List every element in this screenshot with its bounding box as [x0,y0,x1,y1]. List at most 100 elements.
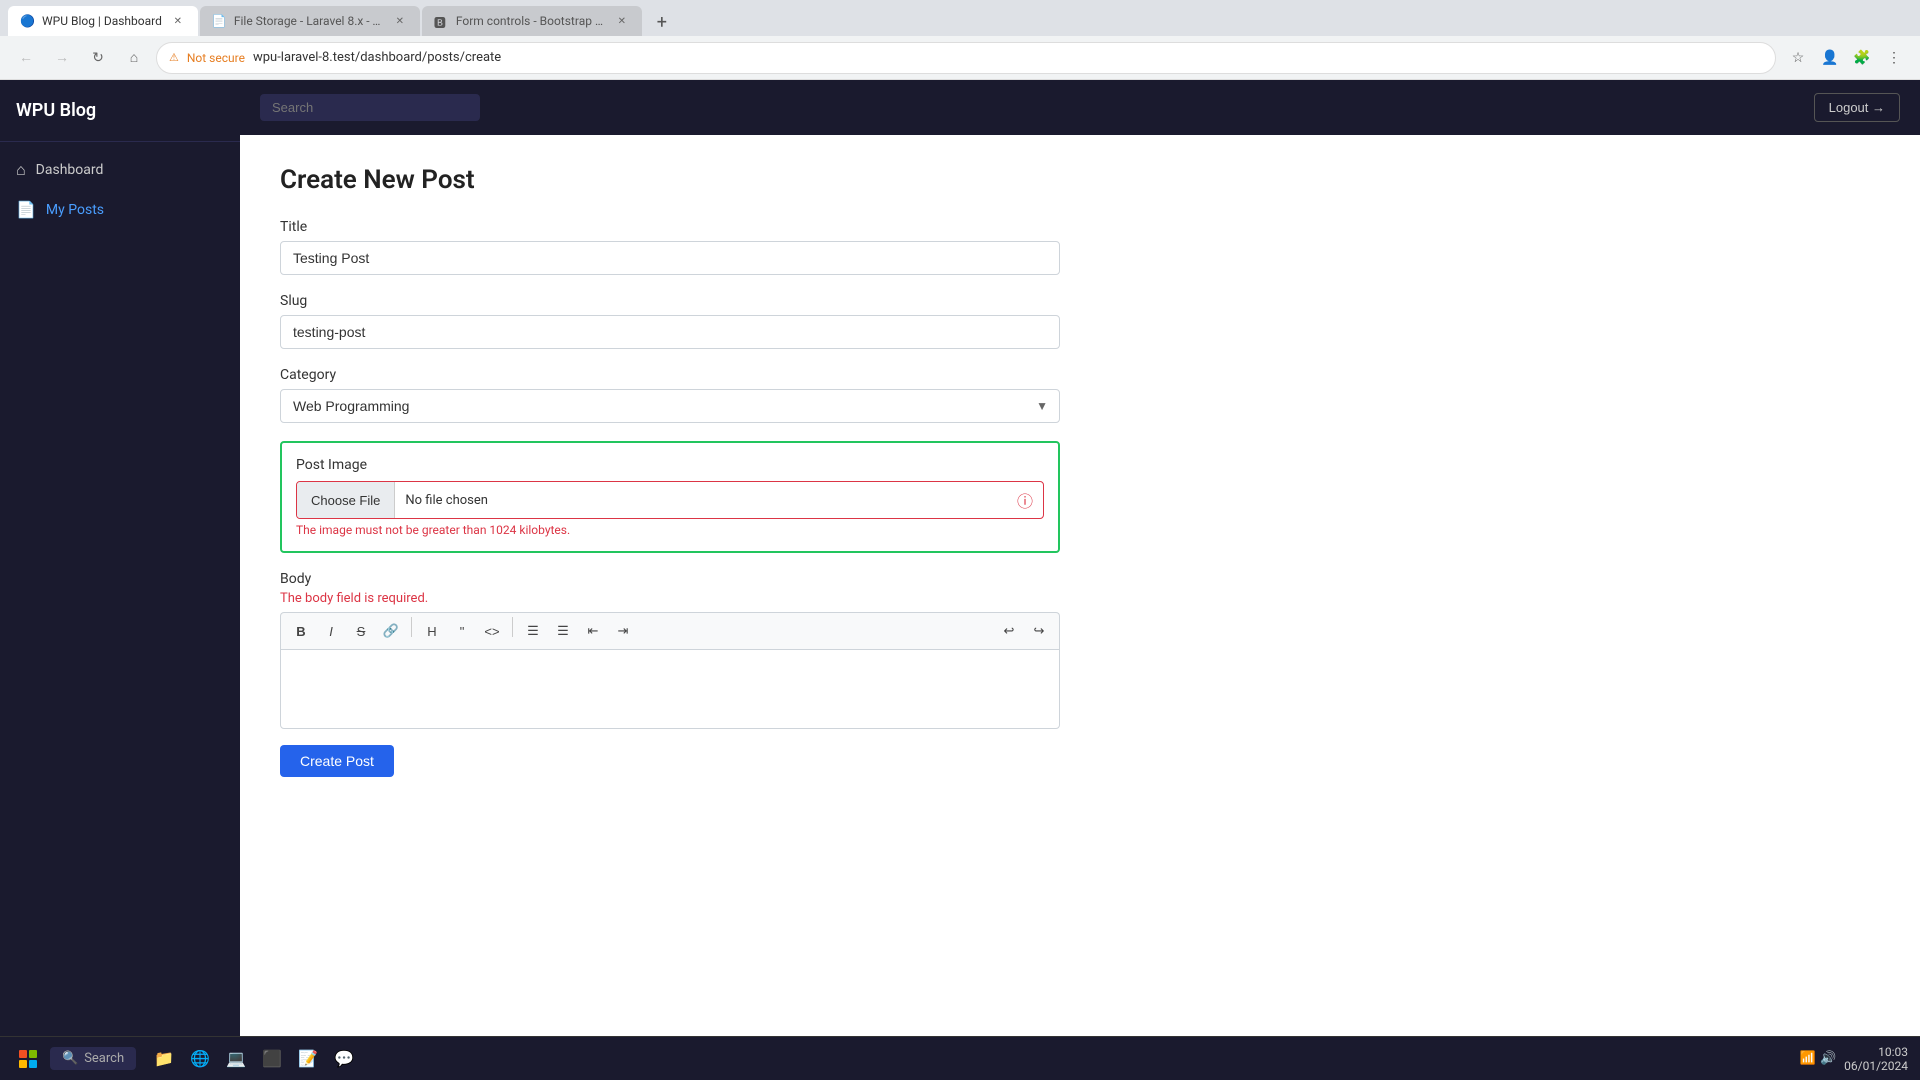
browser-titlebar: 🔵 WPU Blog | Dashboard ✕ 📄 File Storage … [0,0,1920,36]
sidebar-item-dashboard[interactable]: ⌂ Dashboard [0,150,240,190]
url-display: wpu-laravel-8.test/dashboard/posts/creat… [253,50,501,65]
tab-favicon-3: 🅱 [434,14,448,28]
toolbar-bold[interactable]: B [287,617,315,645]
logout-button[interactable]: Logout → [1814,93,1900,122]
profile-icon[interactable]: 👤 [1816,44,1844,72]
sidebar-item-label-posts: My Posts [46,202,104,218]
body-section: Body The body field is required. B I S 🔗… [280,571,1060,729]
toolbar-indent-right[interactable]: ⇥ [609,617,637,645]
toolbar-italic[interactable]: I [317,617,345,645]
windows-start-button[interactable] [12,1043,44,1075]
extensions-icon[interactable]: 🧩 [1848,44,1876,72]
tab-file-storage[interactable]: 📄 File Storage - Laravel 8.x - The... ✕ [200,6,420,36]
taskbar-code[interactable]: 💻 [220,1043,252,1075]
toolbar-right: ↩ ↪ [995,617,1053,645]
post-image-section: Post Image Choose File No file chosen ⓘ … [280,441,1060,553]
file-input-wrapper: Choose File No file chosen ⓘ [296,481,1044,519]
create-post-button[interactable]: Create Post [280,745,394,777]
toolbar-ol[interactable]: ☰ [549,617,577,645]
tab-close-1[interactable]: ✕ [170,13,186,29]
choose-file-button[interactable]: Choose File [297,482,395,518]
toolbar-quote[interactable]: " [448,617,476,645]
nav-actions: ☆ 👤 🧩 ⋮ [1784,44,1908,72]
taskbar-chat[interactable]: 💬 [328,1043,360,1075]
toolbar-undo[interactable]: ↩ [995,617,1023,645]
tab-favicon-1: 🔵 [20,14,34,28]
taskbar-network: 📶 [1800,1051,1816,1066]
toolbar-redo[interactable]: ↪ [1025,617,1053,645]
taskbar: 🔍 Search 📁 🌐 💻 ⬛ 📝 💬 📶 🔊 10:03 06/01/202… [0,1036,1920,1080]
tab-close-3[interactable]: ✕ [614,13,630,29]
page-title: Create New Post [280,165,1880,195]
browser-nav: ← → ↻ ⌂ ⚠ Not secure wpu-laravel-8.test/… [0,36,1920,80]
toolbar-divider-2 [512,617,513,637]
taskbar-word[interactable]: 📝 [292,1043,324,1075]
tab-favicon-2: 📄 [212,14,226,28]
address-bar[interactable]: ⚠ Not secure wpu-laravel-8.test/dashboar… [156,42,1776,74]
sidebar-nav: ⌂ Dashboard 📄 My Posts [0,142,240,237]
main-content: Logout → Create New Post Title Slug Cate… [240,80,1920,1036]
taskbar-search-label: Search [84,1051,124,1066]
taskbar-right: 📶 🔊 10:03 06/01/2024 [1800,1045,1908,1073]
sidebar-item-label-dashboard: Dashboard [36,162,104,178]
win-logo-green [29,1050,37,1058]
tab-title-3: Form controls - Bootstrap v5.3 [456,14,606,28]
tab-wpu-blog[interactable]: 🔵 WPU Blog | Dashboard ✕ [8,6,198,36]
windows-logo [19,1050,37,1068]
taskbar-search[interactable]: 🔍 Search [50,1047,136,1070]
dashboard-icon: ⌂ [16,160,26,180]
toolbar-code[interactable]: <> [478,617,506,645]
toolbar-ul[interactable]: ☰ [519,617,547,645]
sidebar-item-my-posts[interactable]: 📄 My Posts [0,190,240,229]
new-tab-button[interactable]: + [648,8,676,36]
tab-title-1: WPU Blog | Dashboard [42,14,162,28]
sidebar-brand: WPU Blog [0,80,240,142]
body-label: Body [280,571,1060,587]
win-logo-yellow [19,1060,27,1068]
top-bar: Logout → [240,80,1920,135]
toolbar-indent-left[interactable]: ⇤ [579,617,607,645]
settings-icon[interactable]: ⋮ [1880,44,1908,72]
security-indicator: ⚠ [169,51,179,64]
title-input[interactable] [280,241,1060,275]
bookmark-star[interactable]: ☆ [1784,44,1812,72]
forward-button[interactable]: → [48,44,76,72]
security-label: Not secure [187,51,245,65]
toolbar-divider-1 [411,617,412,637]
taskbar-icons: 📁 🌐 💻 ⬛ 📝 💬 [148,1043,360,1075]
body-error-text: The body field is required. [280,591,1060,606]
title-label: Title [280,219,1880,235]
file-error-icon: ⓘ [1007,488,1043,512]
taskbar-browser[interactable]: 🌐 [184,1043,216,1075]
sidebar: WPU Blog ⌂ Dashboard 📄 My Posts [0,80,240,1036]
toolbar-link[interactable]: 🔗 [377,617,405,645]
taskbar-volume: 🔊 [1820,1051,1836,1066]
slug-group: Slug [280,293,1880,349]
win-logo-red [19,1050,27,1058]
taskbar-time-display: 10:03 06/01/2024 [1844,1045,1908,1073]
tab-bootstrap[interactable]: 🅱 Form controls - Bootstrap v5.3 ✕ [422,6,642,36]
editor-body[interactable] [280,649,1060,729]
back-button[interactable]: ← [12,44,40,72]
category-select-wrapper: Web Programming Mobile Development Datab… [280,389,1060,423]
taskbar-date: 06/01/2024 [1844,1059,1908,1073]
taskbar-system-icons: 📶 🔊 [1800,1051,1836,1066]
home-button[interactable]: ⌂ [120,44,148,72]
taskbar-terminal[interactable]: ⬛ [256,1043,288,1075]
category-label: Category [280,367,1880,383]
toolbar-left: B I S 🔗 H " <> ☰ ☰ ⇤ ⇥ [287,617,637,645]
toolbar-strikethrough[interactable]: S [347,617,375,645]
reload-button[interactable]: ↻ [84,44,112,72]
taskbar-time: 10:03 [1844,1045,1908,1059]
win-logo-blue [29,1060,37,1068]
toolbar-heading[interactable]: H [418,617,446,645]
slug-input[interactable] [280,315,1060,349]
topbar-search-input[interactable] [260,94,480,121]
tab-close-2[interactable]: ✕ [392,13,408,29]
app-layout: WPU Blog ⌂ Dashboard 📄 My Posts Logout → [0,80,1920,1036]
file-name-display: No file chosen [395,493,1007,508]
editor-toolbar: B I S 🔗 H " <> ☰ ☰ ⇤ ⇥ [280,612,1060,649]
taskbar-files[interactable]: 📁 [148,1043,180,1075]
tab-title-2: File Storage - Laravel 8.x - The... [234,14,384,28]
category-select[interactable]: Web Programming Mobile Development Datab… [280,389,1060,423]
